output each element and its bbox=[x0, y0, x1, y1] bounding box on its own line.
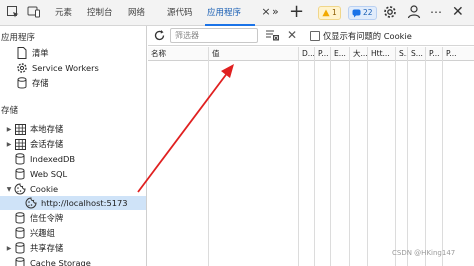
column-divider bbox=[349, 47, 350, 266]
column-divider bbox=[314, 47, 315, 266]
inspect-element-icon[interactable] bbox=[6, 5, 20, 19]
column-path[interactable]: P... bbox=[315, 47, 330, 61]
column-priority[interactable]: P... bbox=[443, 47, 473, 61]
only-issues-checkbox[interactable] bbox=[310, 31, 320, 41]
device-toolbar-icon[interactable] bbox=[27, 5, 41, 19]
close-tab-icon[interactable]: × bbox=[260, 5, 272, 19]
tab-application[interactable]: 应用程序 bbox=[207, 0, 241, 26]
sidebar-item-service-workers[interactable]: Service Workers bbox=[6, 61, 99, 75]
message-icon bbox=[352, 9, 361, 17]
cookie-panel: ✕ 仅显示有问题的 Cookie 名称 值 D... P... E... 大..… bbox=[148, 26, 474, 266]
sidebar-item-label: 清单 bbox=[32, 48, 49, 58]
database-icon bbox=[14, 168, 26, 180]
tab-network[interactable]: 网络 bbox=[128, 0, 145, 26]
sidebar-item-label: 共享存储 bbox=[30, 243, 64, 253]
column-expires[interactable]: E... bbox=[331, 47, 349, 61]
sidebar-item-manifest[interactable]: 清单 bbox=[6, 46, 49, 60]
tab-elements[interactable]: 元素 bbox=[55, 0, 72, 26]
only-issues-label: 仅显示有问题的 Cookie bbox=[323, 31, 412, 41]
cookie-toolbar: ✕ 仅显示有问题的 Cookie bbox=[148, 26, 474, 46]
column-partition-key[interactable]: P... bbox=[426, 47, 442, 61]
more-options-icon[interactable]: ⋯ bbox=[430, 2, 442, 22]
database-icon bbox=[14, 242, 26, 254]
close-devtools-icon[interactable]: ✕ bbox=[452, 2, 464, 22]
database-icon bbox=[14, 227, 26, 239]
sidebar-item-label: Cookie bbox=[30, 184, 59, 194]
sidebar-item-cache-storage[interactable]: Cache Storage bbox=[4, 256, 91, 266]
database-icon bbox=[16, 77, 28, 89]
gear-icon bbox=[16, 62, 28, 74]
sidebar-item-label: Service Workers bbox=[32, 63, 99, 73]
expand-arrow-icon[interactable]: ▶ bbox=[4, 141, 14, 148]
sidebar-item-label: 本地存储 bbox=[30, 124, 64, 134]
section-application: 应用程序 bbox=[1, 33, 36, 43]
settings-gear-icon[interactable] bbox=[382, 4, 398, 22]
column-value[interactable]: 值 bbox=[209, 47, 298, 61]
warnings-badge[interactable]: 1 bbox=[318, 6, 341, 20]
column-secure[interactable]: S... bbox=[396, 47, 407, 61]
only-issues-toggle[interactable]: 仅显示有问题的 Cookie bbox=[310, 30, 412, 42]
collapse-arrow-icon[interactable]: ▼ bbox=[4, 186, 14, 193]
sidebar-item-session-storage[interactable]: ▶ 会话存储 bbox=[4, 137, 63, 151]
sidebar-item-label: 兴趣组 bbox=[30, 228, 55, 238]
cookie-icon bbox=[14, 183, 26, 195]
column-divider bbox=[367, 47, 368, 266]
issues-badge[interactable]: 22 bbox=[348, 6, 377, 20]
watermark: CSDN @HKing147 bbox=[392, 249, 456, 257]
grid-icon bbox=[14, 138, 26, 150]
expand-arrow-icon[interactable]: ▶ bbox=[4, 126, 14, 133]
database-icon bbox=[14, 153, 26, 165]
tab-console[interactable]: 控制台 bbox=[87, 0, 113, 26]
sidebar-item-label: Web SQL bbox=[30, 169, 68, 179]
column-divider bbox=[298, 47, 299, 266]
column-name[interactable]: 名称 bbox=[148, 47, 208, 61]
column-samesite[interactable]: S... bbox=[408, 47, 425, 61]
tab-sources[interactable]: 源代码 bbox=[167, 0, 193, 26]
column-divider bbox=[395, 47, 396, 266]
sidebar-item-local-storage[interactable]: ▶ 本地存储 bbox=[4, 122, 63, 136]
expand-arrow-icon[interactable]: ▶ bbox=[4, 245, 14, 252]
column-divider bbox=[330, 47, 331, 266]
database-icon bbox=[14, 212, 26, 224]
section-storage: 存储 bbox=[1, 106, 19, 116]
column-divider bbox=[442, 47, 443, 266]
warning-icon bbox=[322, 9, 330, 17]
sidebar-item-label: Cache Storage bbox=[30, 258, 91, 266]
customize-person-icon[interactable] bbox=[406, 4, 422, 22]
column-domain[interactable]: D... bbox=[299, 47, 314, 61]
sidebar-item-label: 存储 bbox=[32, 78, 49, 88]
issues-count: 22 bbox=[363, 8, 373, 17]
warnings-count: 1 bbox=[332, 8, 337, 17]
clear-all-icon[interactable]: ✕ bbox=[287, 27, 297, 43]
sidebar-item-shared-storage[interactable]: ▶ 共享存储 bbox=[4, 241, 63, 255]
column-divider bbox=[407, 47, 408, 266]
sidebar-item-interest-groups[interactable]: 兴趣组 bbox=[4, 226, 55, 240]
sidebar-item-label: 会话存储 bbox=[30, 139, 64, 149]
sidebar-item-trust-tokens[interactable]: 信任令牌 bbox=[4, 211, 63, 225]
grid-icon bbox=[14, 123, 26, 135]
sidebar-item-label: IndexedDB bbox=[30, 154, 76, 164]
cookie-icon bbox=[25, 197, 37, 209]
add-tab-icon[interactable]: + bbox=[289, 1, 304, 23]
filter-input[interactable] bbox=[170, 28, 258, 43]
application-sidebar: 应用程序 清单 Service Workers 存储 存储 ▶ 本地存储 ▶ 会… bbox=[0, 26, 147, 266]
clear-filtered-icon[interactable] bbox=[265, 29, 279, 43]
more-tabs-icon[interactable]: » bbox=[272, 4, 279, 20]
sidebar-item-indexeddb[interactable]: IndexedDB bbox=[4, 152, 75, 166]
sidebar-item-cookie-origin[interactable]: http://localhost:5173 bbox=[0, 196, 146, 210]
devtools-tabbar: 元素 控制台 网络 源代码 应用程序 × » + 1 22 ⋯ ✕ bbox=[0, 0, 474, 26]
column-httponly[interactable]: Htt... bbox=[368, 47, 395, 61]
column-size[interactable]: 大... bbox=[350, 47, 367, 61]
sidebar-item-label: http://localhost:5173 bbox=[41, 198, 128, 208]
refresh-icon[interactable] bbox=[153, 29, 166, 44]
column-divider bbox=[425, 47, 426, 266]
sidebar-item-cookie[interactable]: ▼ Cookie bbox=[4, 182, 58, 196]
database-icon bbox=[14, 257, 26, 266]
column-divider bbox=[208, 47, 209, 266]
document-icon bbox=[16, 47, 28, 59]
sidebar-item-web-sql[interactable]: Web SQL bbox=[4, 167, 67, 181]
sidebar-item-storage[interactable]: 存储 bbox=[6, 76, 49, 90]
sidebar-item-label: 信任令牌 bbox=[30, 213, 64, 223]
